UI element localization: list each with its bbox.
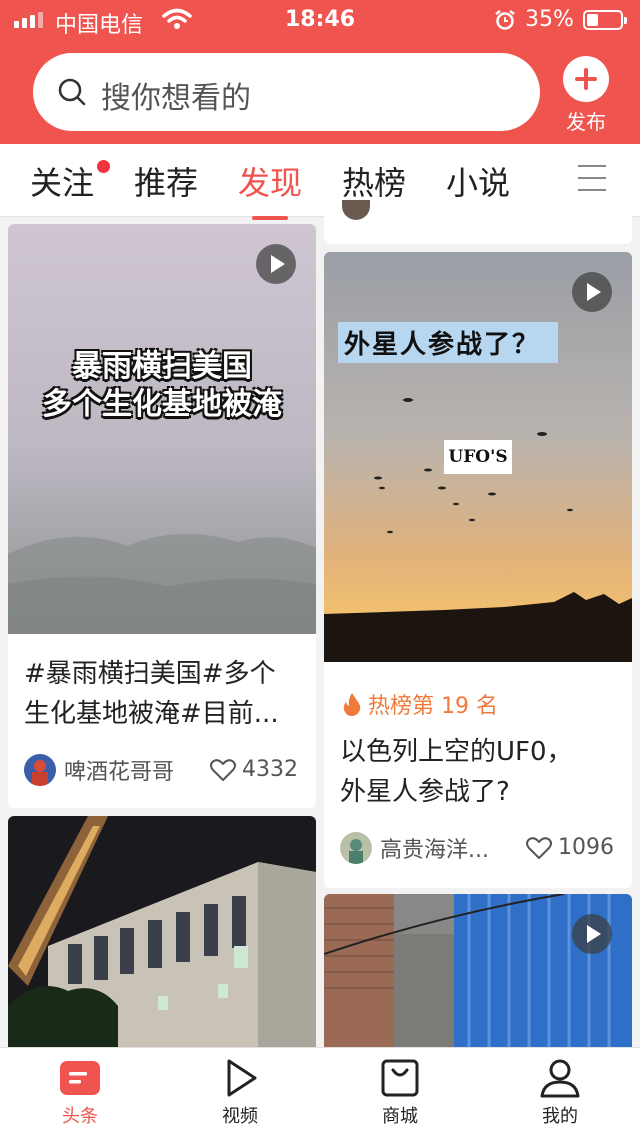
tab-label: 发现 xyxy=(238,164,303,202)
tab-recommend[interactable]: 推荐 xyxy=(134,158,198,204)
card-title-line: 外星人参战了? xyxy=(340,777,510,807)
status-bar: 中国电信 18:46 35% xyxy=(0,0,640,40)
video-overlay-line: 多个生化基地被淹 xyxy=(42,387,282,422)
fire-icon xyxy=(343,693,361,716)
video-overlay-text: 外星人参战了？ xyxy=(338,322,559,363)
battery-percent: 35% xyxy=(525,7,574,32)
card-title-line: 生化基地被淹#目前... xyxy=(24,699,279,729)
video-card[interactable] xyxy=(324,894,632,1047)
card-title: #暴雨横扫美国#多个 生化基地被淹#目前... xyxy=(24,654,279,734)
hot-rank-label: 热榜第 19 名 xyxy=(368,694,498,719)
alarm-icon xyxy=(495,10,515,30)
like-count: 1096 xyxy=(558,835,614,860)
play-icon xyxy=(572,914,612,954)
publish-label: 发布 xyxy=(566,110,606,134)
video-thumbnail xyxy=(8,816,316,1047)
card-title-line: #暴雨横扫美国#多个 xyxy=(24,659,276,689)
heart-icon xyxy=(210,758,236,781)
nav-mall[interactable]: 商城 xyxy=(320,1058,480,1128)
battery-icon xyxy=(583,10,627,30)
tab-label: 关注 xyxy=(30,164,95,202)
author-name: 啤酒花哥哥 xyxy=(64,760,175,785)
author-name: 高贵海洋... xyxy=(380,838,489,863)
tab-novel[interactable]: 小说 xyxy=(446,158,510,204)
headline-icon xyxy=(60,1061,100,1095)
tab-discover[interactable]: 发现 xyxy=(238,158,303,220)
video-overlay-line: 暴雨横扫美国 xyxy=(72,349,252,384)
tab-label: 小说 xyxy=(446,164,511,202)
channel-menu-icon[interactable] xyxy=(578,165,606,201)
search-bar[interactable]: 搜你想看的 xyxy=(33,53,540,131)
tab-follow[interactable]: 关注 xyxy=(30,158,111,204)
like-button[interactable]: 1096 xyxy=(526,835,614,860)
video-card[interactable]: 暴雨横扫美国 多个生化基地被淹 #暴雨横扫美国#多个 生化基地被淹#目前... … xyxy=(8,224,316,808)
tab-label: 热榜 xyxy=(342,164,407,202)
profile-icon xyxy=(540,1059,580,1098)
bottom-navigation: 头条 视频 商城 我的 xyxy=(0,1047,640,1137)
top-header: 中国电信 18:46 35% 搜你想看的 发布 xyxy=(0,0,640,144)
search-icon xyxy=(58,78,86,106)
tab-hot-list[interactable]: 热榜 xyxy=(342,158,406,204)
nav-label: 商城 xyxy=(382,1106,418,1127)
nav-label: 头条 xyxy=(62,1106,98,1127)
shopping-bag-icon xyxy=(381,1059,419,1097)
heart-icon xyxy=(526,836,552,859)
card-author[interactable]: 高贵海洋... xyxy=(340,832,489,864)
search-placeholder: 搜你想看的 xyxy=(101,81,251,116)
card-title: 以色列上空的UF0， 外星人参战了? xyxy=(340,732,573,812)
publish-button[interactable]: 发布 xyxy=(555,56,617,135)
hot-rank-badge[interactable]: 热榜第 19 名 xyxy=(342,688,498,720)
active-tab-indicator xyxy=(252,216,289,220)
avatar xyxy=(342,200,370,220)
previous-card-peek[interactable] xyxy=(324,200,632,244)
nav-video[interactable]: 视频 xyxy=(160,1058,320,1128)
nav-headline[interactable]: 头条 xyxy=(0,1058,160,1128)
play-icon xyxy=(256,244,296,284)
notification-dot xyxy=(97,160,111,173)
nav-label: 我的 xyxy=(542,1106,578,1127)
nav-label: 视频 xyxy=(222,1106,258,1127)
video-card[interactable]: 外星人参战了？ UFO'S 热榜第 19 名 以色列上空的UF0， 外星人参战了… xyxy=(324,252,632,888)
video-card[interactable] xyxy=(8,816,316,1047)
play-icon xyxy=(227,1059,257,1097)
card-author[interactable]: 啤酒花哥哥 xyxy=(24,754,174,786)
video-thumbnail xyxy=(8,224,316,634)
card-title-line: 以色列上空的UF0， xyxy=(340,737,573,767)
avatar xyxy=(24,754,56,786)
play-icon xyxy=(572,272,612,312)
tab-label: 推荐 xyxy=(134,164,199,202)
nav-profile[interactable]: 我的 xyxy=(480,1058,640,1128)
like-button[interactable]: 4332 xyxy=(210,757,298,782)
image-label: UFO'S xyxy=(444,440,512,474)
like-count: 4332 xyxy=(242,757,298,782)
plus-icon xyxy=(563,56,609,102)
avatar xyxy=(340,832,372,864)
